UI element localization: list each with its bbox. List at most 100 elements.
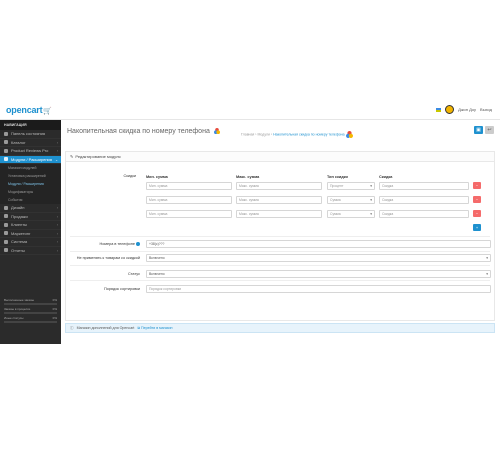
progress-value: 0% [52, 298, 57, 302]
monitor-icon [4, 205, 8, 210]
chevron-right-icon: › [56, 149, 58, 153]
sidebar: НАВИГАЦИЯ Панель состояния Каталог › Prod… [0, 120, 61, 344]
sidebar-item-design[interactable]: Дизайн › [0, 204, 61, 213]
col-discount: Скидка [379, 175, 393, 179]
chevron-right-icon: › [56, 206, 58, 210]
sidebar-item-label: Панель состояния [11, 131, 45, 137]
tag-icon [4, 140, 8, 145]
sort-order-input[interactable]: Порядок сортировки [146, 285, 491, 293]
add-row-button[interactable]: + [473, 224, 481, 231]
save-icon: ▣ [476, 127, 481, 133]
store-link-text: Перейти в магазин [141, 326, 173, 330]
divider [70, 236, 490, 237]
col-max: Макс. сумма [236, 175, 260, 179]
no-discount-items-label: Не применять к товарам со скидкой [76, 256, 140, 260]
discount-input[interactable]: Скидка [379, 182, 469, 190]
sidebar-subitem-modules[interactable]: Модули / Расширения [0, 180, 61, 188]
discount-type-select[interactable]: Сумма [327, 196, 375, 204]
max-sum-input[interactable]: Макс. сумма [236, 196, 322, 204]
avatar[interactable] [445, 105, 455, 114]
opencart-logo[interactable]: opencart🛒 [6, 105, 52, 115]
top-header: opencart🛒 Джон Доу Выход [0, 100, 500, 120]
user-name[interactable]: Джон Доу [458, 107, 476, 112]
reply-icon: ↩ [487, 127, 492, 133]
progress-label: Иные статусы [4, 316, 24, 320]
sidebar-subitem-events[interactable]: События [0, 196, 61, 204]
cart-icon [4, 214, 8, 219]
page-title: Накопительная скидка по номеру телефона [67, 128, 220, 135]
sidebar-item-label: Продажи [11, 213, 28, 219]
sidebar-item-label: Product Reviews Pro [11, 148, 49, 154]
sidebar-item-customers[interactable]: Клиенты › [0, 221, 61, 230]
sidebar-item-label: Клиенты [11, 222, 28, 228]
store-link[interactable]: ⧉ Перейти в магазин [137, 326, 172, 330]
help-icon[interactable] [136, 242, 140, 246]
sidebar-item-label: Дизайн [11, 205, 25, 211]
pencil-icon: ✎ [70, 154, 74, 159]
discount-input[interactable]: Скидка [379, 210, 469, 218]
chevron-right-icon: › [56, 231, 58, 236]
min-sum-input[interactable]: Мин. сумма [146, 210, 232, 218]
star-icon [4, 148, 8, 153]
sidebar-item-extensions[interactable]: Модули / Расширения ⌄ [0, 155, 61, 164]
remove-row-button[interactable]: − [473, 210, 481, 217]
sidebar-item-label: Каталог [11, 139, 26, 145]
minus-circle-icon: − [475, 211, 479, 216]
sidebar-item-catalog[interactable]: Каталог › [0, 139, 61, 147]
sidebar-item-label: Система [11, 239, 28, 245]
app-window: opencart🛒 Джон Доу Выход НАВИГАЦИЯ Панел… [0, 100, 500, 344]
sidebar-item-reports[interactable]: Отчеты › [0, 247, 61, 255]
logout-link[interactable]: Выход [480, 107, 492, 112]
sidebar-item-reviews[interactable]: Product Reviews Pro › [0, 147, 61, 156]
status-select[interactable]: Включено [146, 270, 491, 278]
save-button[interactable]: ▣ [474, 126, 483, 134]
max-sum-input[interactable]: Макс. сумма [236, 210, 322, 218]
remove-row-button[interactable]: − [473, 182, 481, 189]
puzzle-icon [4, 157, 8, 162]
user-icon [4, 222, 8, 227]
edit-panel: ✎ Редактирование модуля Скидки Мин. сумм… [65, 151, 495, 321]
sidebar-subitem-modifications[interactable]: Модификаторы [0, 188, 61, 196]
breadcrumb-modules[interactable]: Модули [257, 132, 270, 136]
divider [70, 251, 490, 252]
sidebar-item-system[interactable]: Система › [0, 238, 61, 247]
min-sum-input[interactable]: Мин. сумма [146, 182, 232, 190]
sidebar-item-label: Отчеты [11, 247, 25, 253]
sidebar-item-label: Маркетинг [11, 230, 31, 236]
breadcrumb-home[interactable]: Главная [241, 132, 254, 136]
cancel-button[interactable]: ↩ [485, 126, 494, 134]
discount-input[interactable]: Скидка [379, 196, 469, 204]
language-flag-icon[interactable] [436, 107, 442, 112]
page-title-text: Накопительная скидка по номеру телефона [67, 128, 210, 135]
breadcrumb-current[interactable]: Накопительная скидка по номеру телефона [273, 132, 344, 136]
colorful-logo-icon [213, 128, 220, 135]
discount-type-select[interactable]: Процент [327, 182, 375, 190]
status-label: Статус [127, 272, 140, 276]
progress-label: Заказы в процессе [4, 307, 31, 311]
sidebar-item-sales[interactable]: Продажи › [0, 213, 61, 221]
store-banner-text: Магазин дополнений для Opencart [76, 326, 135, 330]
discounts-label: Скидки [123, 174, 136, 178]
progress-bar [4, 321, 57, 323]
info-icon: ⓘ [70, 325, 74, 330]
sidebar-item-label: Модули / Расширения [11, 156, 52, 162]
discount-type-select[interactable]: Сумма [327, 210, 375, 218]
no-discount-items-select[interactable]: Включено [146, 254, 491, 262]
col-type: Тип скидки [327, 175, 348, 179]
sidebar-item-dashboard[interactable]: Панель состояния [0, 130, 61, 139]
min-sum-input[interactable]: Мин. сумма [146, 196, 232, 204]
remove-row-button[interactable]: − [473, 196, 481, 203]
minus-circle-icon: − [475, 183, 479, 188]
phone-label-text: Номера в телефоне [99, 242, 135, 246]
max-sum-input[interactable]: Макс. сумма [236, 182, 322, 190]
sidebar-subitem-store[interactable]: Магазин модулей [0, 164, 61, 172]
panel-heading: ✎ Редактирование модуля [66, 152, 494, 162]
gear-icon [4, 239, 8, 244]
phone-mask-input[interactable]: +38(c)??? [146, 240, 491, 248]
chevron-down-icon: ⌄ [55, 157, 58, 162]
progress-value: 0% [52, 307, 57, 311]
sidebar-item-marketing[interactable]: Маркетинг › [0, 230, 61, 238]
chevron-right-icon: › [56, 248, 58, 253]
sidebar-subitem-installer[interactable]: Установка расширений [0, 172, 61, 180]
divider [70, 280, 490, 281]
